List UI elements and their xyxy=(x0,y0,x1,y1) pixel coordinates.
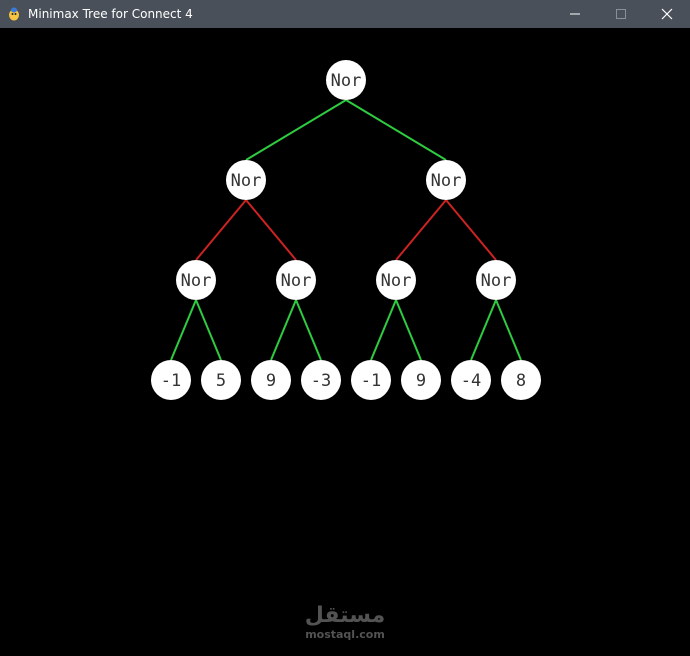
tree-edge xyxy=(295,299,322,361)
pygame-snake-icon xyxy=(9,7,19,21)
app-window: Minimax Tree for Connect 4 Nor Nor Nor Nor xyxy=(0,0,690,656)
tree-edge xyxy=(245,199,297,261)
node-label: Nor xyxy=(431,171,462,191)
leaf-node: -1 xyxy=(351,360,391,400)
node-label: Nor xyxy=(481,271,512,291)
node-label: 8 xyxy=(516,371,526,391)
tree-node: Nor xyxy=(176,260,216,300)
watermark: مستقل mostaql.com xyxy=(300,603,390,642)
tree-edge xyxy=(470,299,497,361)
leaf-node: -4 xyxy=(451,360,491,400)
node-label: Nor xyxy=(281,271,312,291)
tree-node: Nor xyxy=(226,160,266,200)
node-label: -3 xyxy=(311,371,331,391)
leaf-node: -3 xyxy=(301,360,341,400)
tree-edge xyxy=(170,299,197,361)
node-label: Nor xyxy=(181,271,212,291)
tree-node: Nor xyxy=(276,260,316,300)
tree-edge xyxy=(195,199,247,261)
tree-node: Nor xyxy=(476,260,516,300)
tree-edge xyxy=(245,99,347,161)
node-label: 5 xyxy=(216,371,226,391)
window-controls xyxy=(552,0,690,28)
maximize-button[interactable] xyxy=(598,0,644,28)
leaf-node: 8 xyxy=(501,360,541,400)
node-label: -1 xyxy=(161,371,181,391)
node-label: -4 xyxy=(461,371,481,391)
tree-node: Nor xyxy=(376,260,416,300)
minimax-tree: Nor Nor Nor Nor Nor Nor Nor -1 5 9 -3 -1 9 -4 8 xyxy=(151,60,541,400)
tree-edge xyxy=(495,299,522,361)
leaf-node: 5 xyxy=(201,360,241,400)
tree-canvas: Nor Nor Nor Nor Nor Nor Nor -1 5 9 -3 -1 9 -4 8 xyxy=(0,28,690,656)
tree-node: Nor xyxy=(426,160,466,200)
close-button[interactable] xyxy=(644,0,690,28)
close-icon xyxy=(661,8,673,20)
tree-edge xyxy=(370,299,397,361)
node-label: Nor xyxy=(381,271,412,291)
tree-edge xyxy=(345,99,447,161)
tree-node: Nor xyxy=(326,60,366,100)
tree-edge xyxy=(395,199,447,261)
node-label: 9 xyxy=(416,371,426,391)
minimize-icon xyxy=(570,13,580,15)
watermark-latin: mostaql.com xyxy=(305,628,385,641)
node-label: Nor xyxy=(331,71,362,91)
node-label: -1 xyxy=(361,371,381,391)
tree-edge xyxy=(270,299,297,361)
maximize-icon xyxy=(616,9,626,19)
leaf-node: -1 xyxy=(151,360,191,400)
tree-edge xyxy=(395,299,422,361)
minimize-button[interactable] xyxy=(552,0,598,28)
tree-edge xyxy=(195,299,222,361)
node-label: 9 xyxy=(266,371,276,391)
watermark-arabic: مستقل xyxy=(304,603,386,628)
node-label: Nor xyxy=(231,171,262,191)
tree-edge xyxy=(445,199,497,261)
leaf-node: 9 xyxy=(251,360,291,400)
window-title: Minimax Tree for Connect 4 xyxy=(28,7,193,21)
title-bar[interactable]: Minimax Tree for Connect 4 xyxy=(0,0,690,28)
leaf-node: 9 xyxy=(401,360,441,400)
